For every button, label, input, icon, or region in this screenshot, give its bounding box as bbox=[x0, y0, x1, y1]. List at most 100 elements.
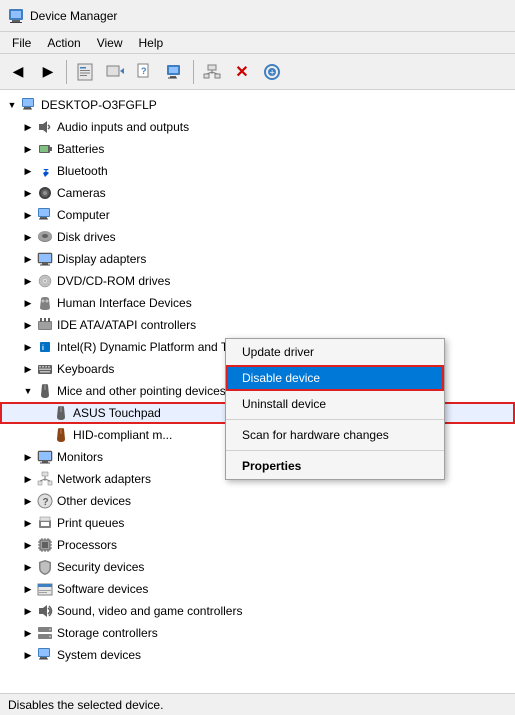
tree-batteries[interactable]: ▶ Batteries bbox=[0, 138, 515, 160]
tree-computer[interactable]: ▶ Computer bbox=[0, 204, 515, 226]
tree-display[interactable]: ▶ Display adapters bbox=[0, 248, 515, 270]
processors-label: Processors bbox=[57, 538, 117, 552]
storage-icon bbox=[36, 624, 54, 642]
computer-item-icon bbox=[36, 206, 54, 224]
sound-icon bbox=[36, 602, 54, 620]
update-driver-button[interactable] bbox=[101, 58, 129, 86]
help-button[interactable]: ? bbox=[131, 58, 159, 86]
refresh-button[interactable]: + bbox=[258, 58, 286, 86]
tree-cameras[interactable]: ▶ Cameras bbox=[0, 182, 515, 204]
storage-label: Storage controllers bbox=[57, 626, 158, 640]
hid-compliant-icon bbox=[52, 426, 70, 444]
tree-ide[interactable]: ▶ IDE ATA/ATAPI controllers bbox=[0, 314, 515, 336]
tree-system[interactable]: ▶ System devices bbox=[0, 644, 515, 666]
expand-software[interactable]: ▶ bbox=[20, 581, 36, 597]
back-button[interactable]: ◀ bbox=[4, 58, 32, 86]
security-icon bbox=[36, 558, 54, 576]
tree-disk[interactable]: ▶ Disk drives bbox=[0, 226, 515, 248]
expand-audio[interactable]: ▶ bbox=[20, 119, 36, 135]
network-button[interactable] bbox=[198, 58, 226, 86]
expand-root[interactable]: ▼ bbox=[4, 97, 20, 113]
context-uninstall-device[interactable]: Uninstall device bbox=[226, 391, 444, 417]
disk-label: Disk drives bbox=[57, 230, 116, 244]
processors-icon bbox=[36, 536, 54, 554]
ide-label: IDE ATA/ATAPI controllers bbox=[57, 318, 196, 332]
tree-storage[interactable]: ▶ Storage controllers bbox=[0, 622, 515, 644]
batteries-icon bbox=[36, 140, 54, 158]
print-icon bbox=[36, 514, 54, 532]
expand-sound[interactable]: ▶ bbox=[20, 603, 36, 619]
expand-processors[interactable]: ▶ bbox=[20, 537, 36, 553]
svg-text:i: i bbox=[42, 345, 44, 352]
computer-icon bbox=[20, 96, 38, 114]
context-update-driver[interactable]: Update driver bbox=[226, 339, 444, 365]
network-icon bbox=[36, 470, 54, 488]
expand-dvd[interactable]: ▶ bbox=[20, 273, 36, 289]
software-icon bbox=[36, 580, 54, 598]
expand-keyboards[interactable]: ▶ bbox=[20, 361, 36, 377]
asus-label: ASUS Touchpad bbox=[73, 406, 161, 420]
tree-print[interactable]: ▶ Print queues bbox=[0, 512, 515, 534]
toolbar: ◀ ▶ ? bbox=[0, 54, 515, 90]
expand-network[interactable]: ▶ bbox=[20, 471, 36, 487]
system-label: System devices bbox=[57, 648, 141, 662]
properties-button[interactable] bbox=[71, 58, 99, 86]
expand-cameras[interactable]: ▶ bbox=[20, 185, 36, 201]
mice-icon bbox=[36, 382, 54, 400]
other-label: Other devices bbox=[57, 494, 131, 508]
expand-intel[interactable]: ▶ bbox=[20, 339, 36, 355]
expand-storage[interactable]: ▶ bbox=[20, 625, 36, 641]
menu-help[interactable]: Help bbox=[131, 34, 172, 52]
tree-audio[interactable]: ▶ Audio inputs and outputs bbox=[0, 116, 515, 138]
tree-other[interactable]: ▶ ? Other devices bbox=[0, 490, 515, 512]
tree-security[interactable]: ▶ Security devices bbox=[0, 556, 515, 578]
tree-computer-root[interactable]: ▼ DESKTOP-O3FGFLP bbox=[0, 94, 515, 116]
status-bar: Disables the selected device. bbox=[0, 693, 515, 715]
monitors-icon bbox=[36, 448, 54, 466]
expand-batteries[interactable]: ▶ bbox=[20, 141, 36, 157]
tree-processors[interactable]: ▶ Proces bbox=[0, 534, 515, 556]
context-scan-hardware[interactable]: Scan for hardware changes bbox=[226, 422, 444, 448]
audio-icon bbox=[36, 118, 54, 136]
tree-dvd[interactable]: ▶ DVD/CD-ROM drives bbox=[0, 270, 515, 292]
expand-bluetooth[interactable]: ▶ bbox=[20, 163, 36, 179]
expand-system[interactable]: ▶ bbox=[20, 647, 36, 663]
delete-button[interactable]: ✕ bbox=[228, 58, 256, 86]
expand-ide[interactable]: ▶ bbox=[20, 317, 36, 333]
asus-icon bbox=[52, 404, 70, 422]
display-icon bbox=[36, 250, 54, 268]
disk-icon bbox=[36, 228, 54, 246]
tree-sound[interactable]: ▶ Sound, video and game controllers bbox=[0, 600, 515, 622]
security-label: Security devices bbox=[57, 560, 144, 574]
expand-mice[interactable]: ▼ bbox=[20, 383, 36, 399]
display-label: Display adapters bbox=[57, 252, 146, 266]
title-bar-icon bbox=[8, 8, 24, 24]
menu-file[interactable]: File bbox=[4, 34, 39, 52]
context-separator-1 bbox=[226, 419, 444, 420]
expand-security[interactable]: ▶ bbox=[20, 559, 36, 575]
tree-bluetooth[interactable]: ▶ Bluetooth bbox=[0, 160, 515, 182]
expand-disk[interactable]: ▶ bbox=[20, 229, 36, 245]
svg-text:?: ? bbox=[43, 497, 49, 508]
mice-label: Mice and other pointing devices bbox=[57, 384, 226, 398]
hid-label: Human Interface Devices bbox=[57, 296, 192, 310]
context-disable-device[interactable]: Disable device bbox=[226, 365, 444, 391]
cameras-icon bbox=[36, 184, 54, 202]
scan-button[interactable] bbox=[161, 58, 189, 86]
expand-print[interactable]: ▶ bbox=[20, 515, 36, 531]
expand-computer[interactable]: ▶ bbox=[20, 207, 36, 223]
expand-other[interactable]: ▶ bbox=[20, 493, 36, 509]
main-content: ▼ DESKTOP-O3FGFLP ▶ Audio inputs and bbox=[0, 90, 515, 693]
audio-label: Audio inputs and outputs bbox=[57, 120, 189, 134]
ide-icon bbox=[36, 316, 54, 334]
tree-hid[interactable]: ▶ Human Interface Devices bbox=[0, 292, 515, 314]
menu-action[interactable]: Action bbox=[39, 34, 88, 52]
expand-monitors[interactable]: ▶ bbox=[20, 449, 36, 465]
tree-software[interactable]: ▶ Software devices bbox=[0, 578, 515, 600]
forward-button[interactable]: ▶ bbox=[34, 58, 62, 86]
computer-name: DESKTOP-O3FGFLP bbox=[41, 98, 157, 112]
expand-hid[interactable]: ▶ bbox=[20, 295, 36, 311]
expand-display[interactable]: ▶ bbox=[20, 251, 36, 267]
menu-view[interactable]: View bbox=[89, 34, 131, 52]
context-properties[interactable]: Properties bbox=[226, 453, 444, 479]
